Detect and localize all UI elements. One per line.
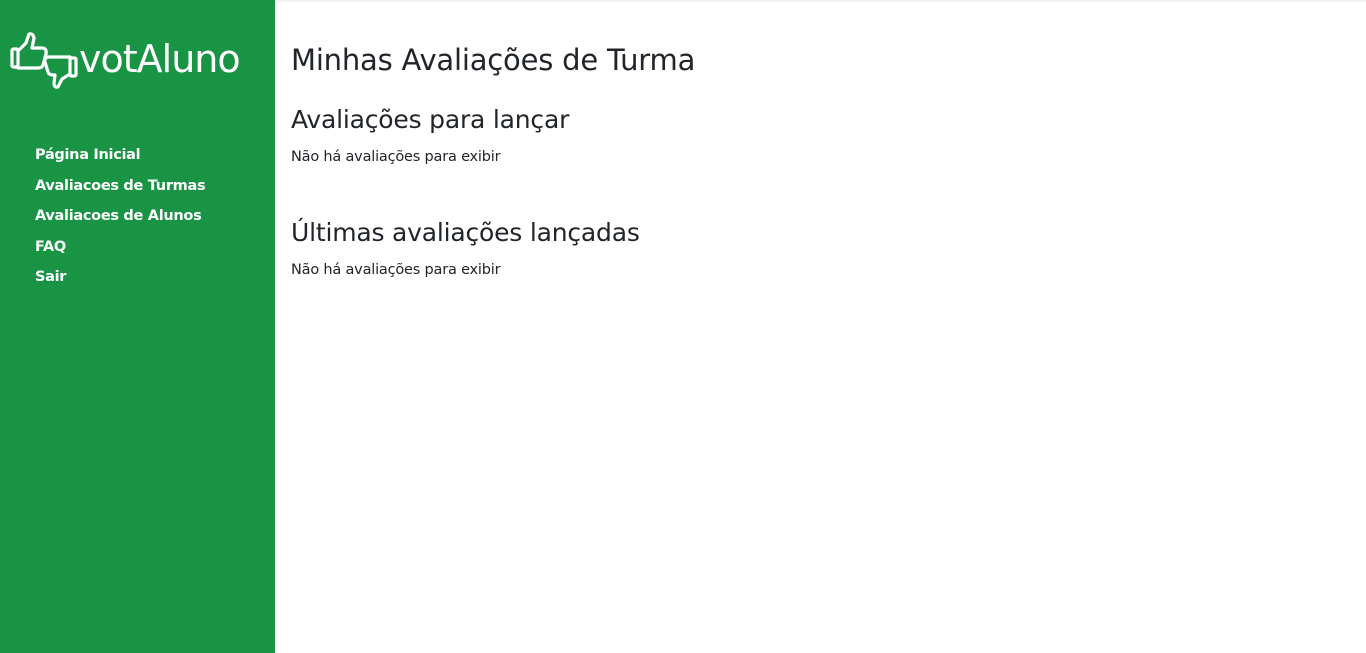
thumbs-up-down-icon xyxy=(10,32,78,89)
sidebar-item-avaliacoes-turmas: Avaliacoes de Turmas xyxy=(35,174,206,205)
pending-empty-message: Não há avaliações para exibir xyxy=(291,149,501,165)
section-title-pending: Avaliações para lançar xyxy=(291,105,570,134)
nav-link-avaliacoes-turmas[interactable]: Avaliacoes de Turmas xyxy=(35,178,206,194)
sidebar-nav: Página Inicial Avaliacoes de Turmas Aval… xyxy=(35,143,206,296)
sidebar-item-pagina-inicial: Página Inicial xyxy=(35,143,205,174)
sidebar: votAluno Página Inicial Avaliacoes de Tu… xyxy=(0,0,275,653)
nav-link-faq[interactable]: FAQ xyxy=(35,239,66,255)
brand-name: votAluno xyxy=(79,37,241,81)
sidebar-item-avaliacoes-alunos: Avaliacoes de Alunos xyxy=(35,204,205,235)
section-title-recent: Últimas avaliações lançadas xyxy=(291,218,640,247)
sidebar-item-sair: Sair xyxy=(35,265,205,296)
app-window: votAluno Página Inicial Avaliacoes de Tu… xyxy=(0,0,1366,653)
top-border xyxy=(275,0,1366,3)
sidebar-item-faq: FAQ xyxy=(35,235,205,266)
brand-logo[interactable]: votAluno xyxy=(10,30,241,92)
nav-link-pagina-inicial[interactable]: Página Inicial xyxy=(35,147,141,163)
nav-link-avaliacoes-alunos[interactable]: Avaliacoes de Alunos xyxy=(35,208,202,224)
page-title: Minhas Avaliações de Turma xyxy=(291,43,696,77)
recent-empty-message: Não há avaliações para exibir xyxy=(291,262,501,278)
nav-link-sair[interactable]: Sair xyxy=(35,269,66,285)
